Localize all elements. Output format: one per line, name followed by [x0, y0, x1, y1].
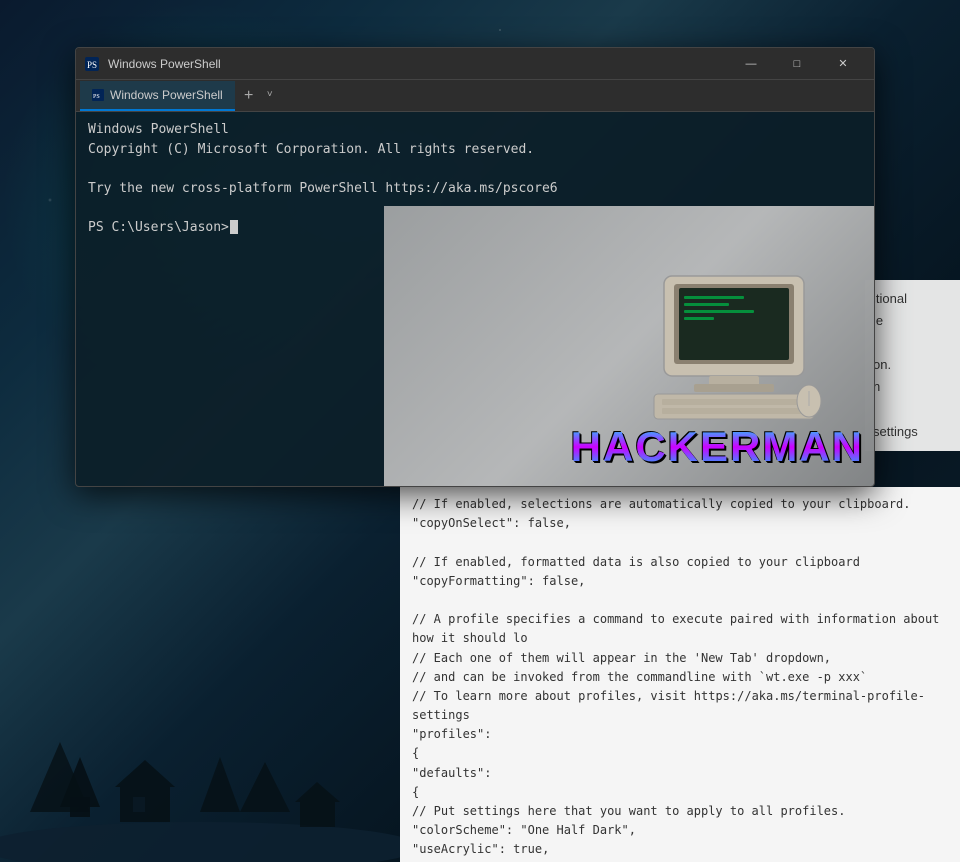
powershell-icon: PS: [84, 56, 100, 72]
json-line-10: // To learn more about profiles, visit h…: [412, 687, 948, 725]
window-titlebar: PS Windows PowerShell — □ ✕: [76, 48, 874, 80]
json-editor-panel: // If enabled, selections are automatica…: [400, 487, 960, 862]
terminal-cursor: [230, 220, 238, 234]
tab-dropdown-button[interactable]: ˅: [267, 90, 273, 101]
prompt-text: PS C:\Users\Jason>: [88, 218, 229, 238]
json-line-6: [412, 591, 948, 610]
json-line-1: // If enabled, selections are automatica…: [412, 495, 948, 514]
json-line-12: {: [412, 744, 948, 763]
terminal-line-1: Windows PowerShell: [88, 120, 862, 140]
window-title: Windows PowerShell: [108, 57, 728, 71]
svg-text:PS: PS: [93, 94, 100, 100]
maximize-button[interactable]: □: [774, 48, 820, 80]
json-line-13: "defaults":: [412, 764, 948, 783]
json-line-11: "profiles":: [412, 725, 948, 744]
partial-line-3: [873, 332, 952, 354]
partial-line-5: n: [873, 376, 952, 398]
tab-bar: PS Windows PowerShell + ˅: [76, 80, 874, 112]
partial-line-4: on.: [873, 354, 952, 376]
background-silhouette: [0, 612, 400, 862]
close-button[interactable]: ✕: [820, 48, 866, 80]
partial-right-panel: itional le on. n settings: [865, 280, 960, 451]
hackerman-logo-text: HACKERMAN: [571, 423, 864, 471]
json-line-17: "useAcrylic": true,: [412, 840, 948, 859]
svg-text:PS: PS: [87, 60, 97, 70]
hackerman-overlay: HACKERMAN: [384, 206, 874, 486]
json-line-7: // A profile specifies a command to exec…: [412, 610, 948, 648]
terminal-line-2: Copyright (C) Microsoft Corporation. All…: [88, 140, 862, 160]
json-line-15: // Put settings here that you want to ap…: [412, 802, 948, 821]
tab-powershell-icon: PS: [92, 89, 104, 101]
retro-computer-illustration: [634, 266, 834, 426]
tab-label: Windows PowerShell: [110, 88, 223, 102]
json-line-3: [412, 533, 948, 552]
powershell-window: PS Windows PowerShell — □ ✕ PS Windows P…: [75, 47, 875, 487]
json-line-8: // Each one of them will appear in the '…: [412, 649, 948, 668]
terminal-line-3: [88, 159, 862, 179]
json-line-14: {: [412, 783, 948, 802]
terminal-line-4: Try the new cross-platform PowerShell ht…: [88, 179, 862, 199]
partial-line-6: [873, 398, 952, 420]
window-controls: — □ ✕: [728, 48, 866, 80]
partial-line-2: le: [873, 310, 952, 332]
partial-line-7: settings: [873, 421, 952, 443]
tab-powershell[interactable]: PS Windows PowerShell: [80, 81, 235, 111]
minimize-button[interactable]: —: [728, 48, 774, 80]
add-tab-button[interactable]: +: [235, 82, 263, 110]
json-line-4: // If enabled, formatted data is also co…: [412, 553, 948, 572]
partial-line-1: itional: [873, 288, 952, 310]
json-line-2: "copyOnSelect": false,: [412, 514, 948, 533]
json-line-5: "copyFormatting": false,: [412, 572, 948, 591]
json-line-16: "colorScheme": "One Half Dark",: [412, 821, 948, 840]
json-line-9: // and can be invoked from the commandli…: [412, 668, 948, 687]
